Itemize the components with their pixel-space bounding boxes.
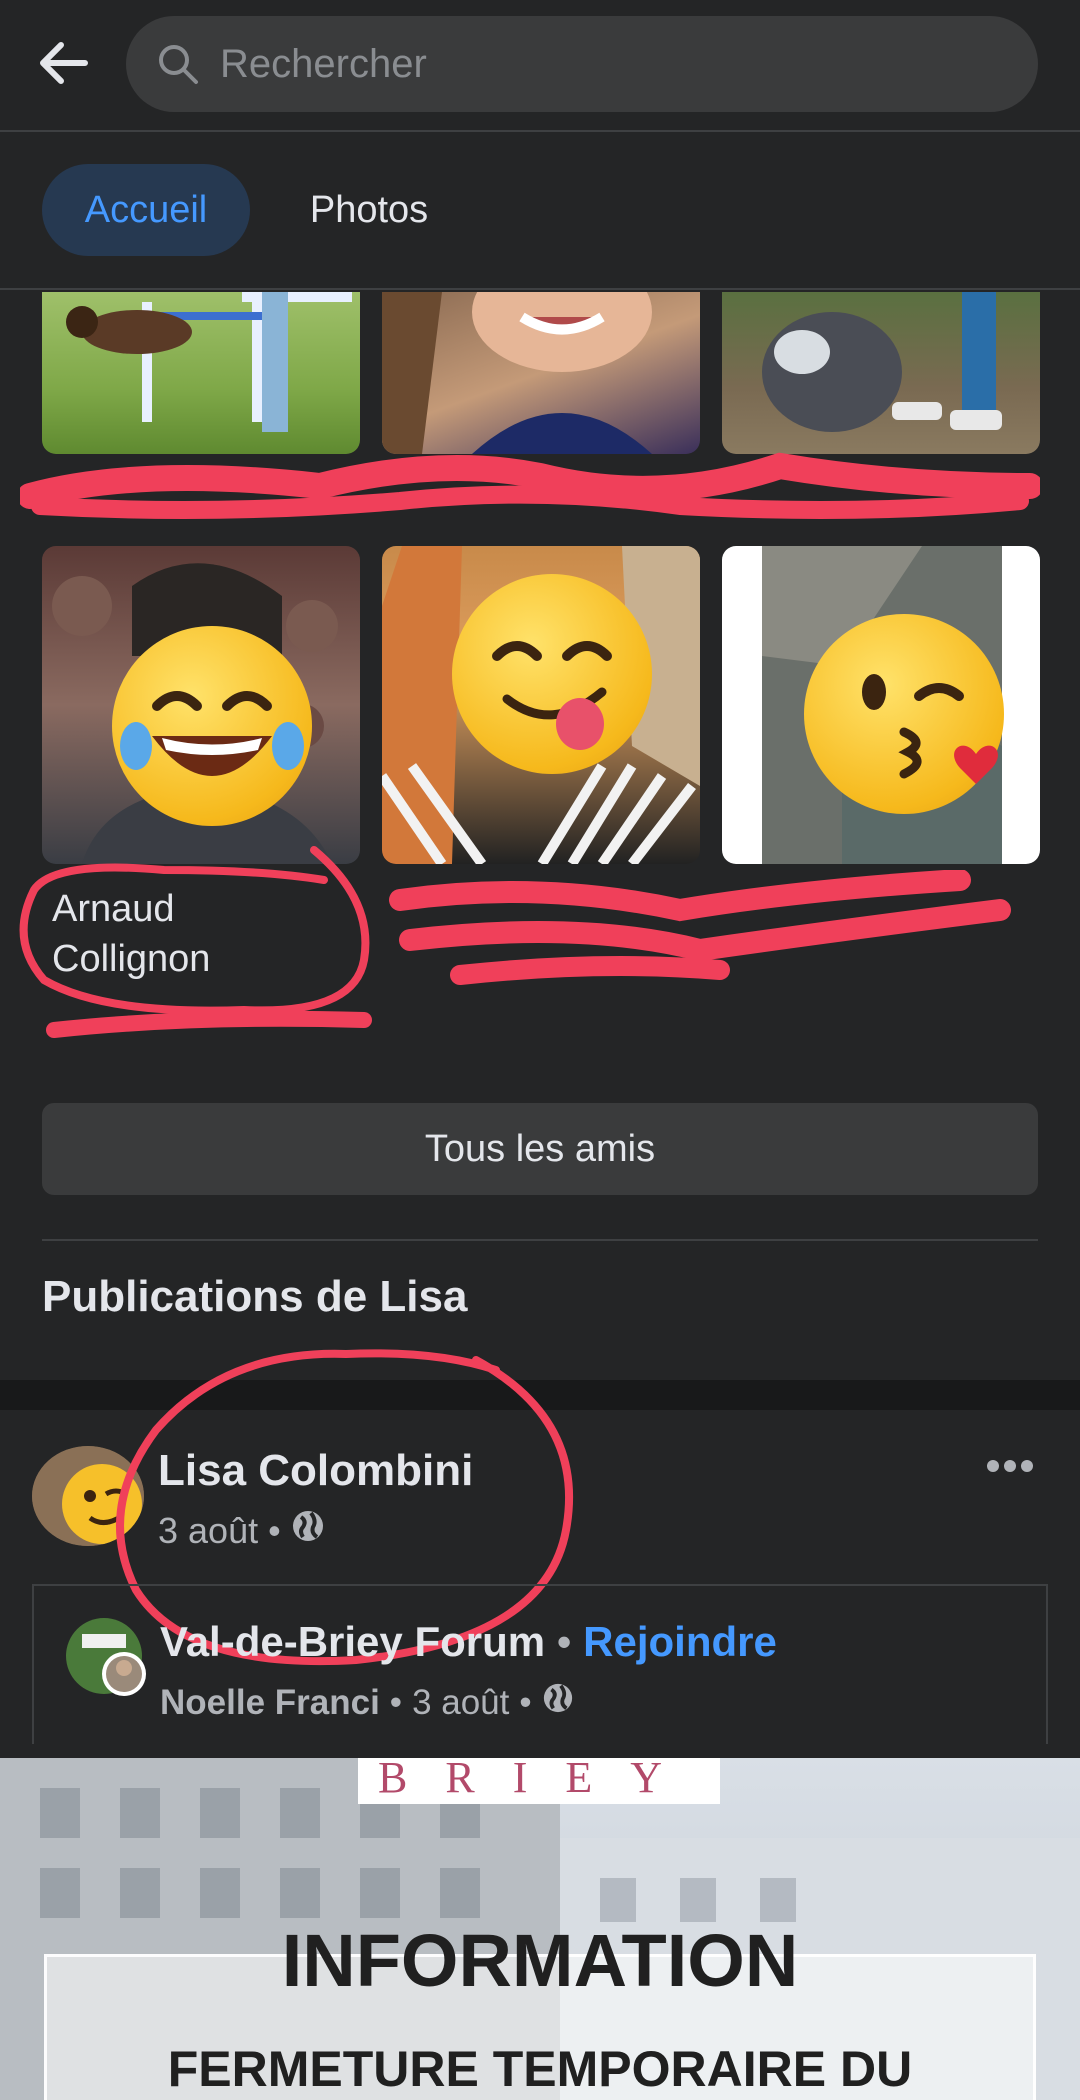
- profile-tabs: Accueil Photos: [0, 134, 1080, 290]
- top-bar: Rechercher: [0, 0, 1080, 132]
- search-icon: [154, 40, 202, 88]
- post-image[interactable]: BRIEY INFORMATION FERMETURE TEMPORAIRE D…: [0, 1758, 1080, 2100]
- meta-separator: •: [519, 1682, 532, 1722]
- shared-post-date[interactable]: 3 août: [412, 1683, 509, 1723]
- posts-section-title: Publications de Lisa: [42, 1272, 468, 1321]
- meta-separator: •: [556, 1618, 584, 1665]
- group-header-line: Val-de-Briey Forum • Rejoindre: [160, 1618, 777, 1666]
- image-title: INFORMATION: [281, 1919, 799, 2002]
- search-placeholder: Rechercher: [220, 41, 427, 86]
- shared-poster-name[interactable]: Noelle Franci: [160, 1683, 380, 1723]
- friend-photo[interactable]: [382, 546, 700, 864]
- tab-photos[interactable]: Photos: [274, 164, 464, 256]
- more-options-icon[interactable]: [982, 1444, 1038, 1488]
- yum-emoji-icon: [452, 574, 652, 774]
- join-group-button[interactable]: Rejoindre: [583, 1618, 777, 1665]
- kiss-emoji-icon: [804, 614, 1004, 814]
- image-subtitle: FERMETURE TEMPORAIRE DU: [167, 2041, 913, 2097]
- globe-icon: [542, 1682, 574, 1723]
- group-name[interactable]: Val-de-Briey Forum: [160, 1618, 545, 1665]
- all-friends-button[interactable]: Tous les amis: [42, 1103, 1038, 1195]
- laughing-emoji-icon: [112, 626, 312, 826]
- group-avatar[interactable]: [64, 1616, 152, 1696]
- friend-photo[interactable]: [722, 546, 1040, 864]
- friend-photo-arnaud[interactable]: [42, 546, 360, 864]
- search-input[interactable]: Rechercher: [126, 16, 1038, 112]
- annotation-circle: [19, 846, 372, 1038]
- shared-post-card[interactable]: Val-de-Briey Forum • Rejoindre Noelle Fr…: [32, 1584, 1048, 1744]
- tab-accueil[interactable]: Accueil: [42, 164, 250, 256]
- redaction-scribble: [20, 452, 1040, 519]
- section-divider: [42, 1239, 1038, 1241]
- meta-separator: •: [389, 1682, 403, 1722]
- shared-post-meta: Noelle Franci • 3 août •: [160, 1682, 574, 1723]
- redaction-scribble: [389, 870, 1011, 985]
- back-arrow-icon[interactable]: [30, 30, 96, 96]
- friend-photo[interactable]: [42, 292, 360, 454]
- friend-photo[interactable]: [722, 292, 1040, 454]
- friend-photo[interactable]: [382, 292, 700, 454]
- image-brand-text: BRIEY: [358, 1758, 720, 1804]
